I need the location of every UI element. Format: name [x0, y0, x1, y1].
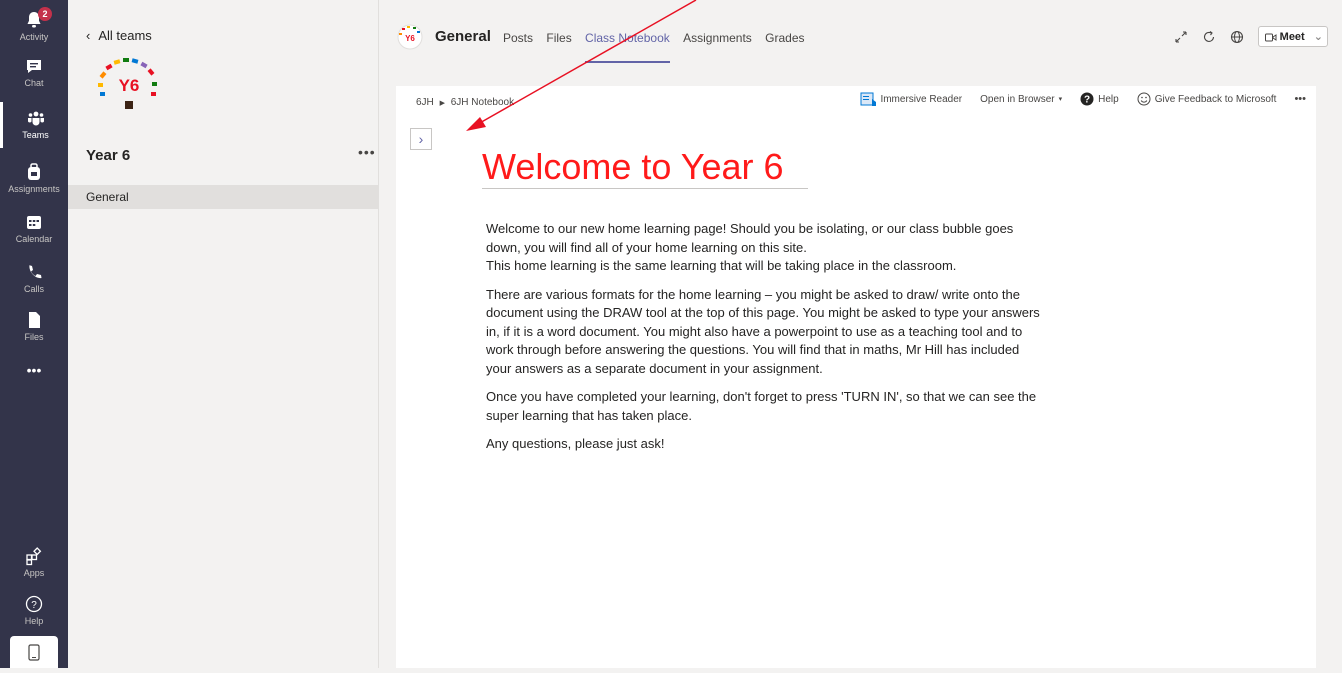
- rail-files[interactable]: Files: [0, 304, 68, 350]
- paragraph-line: This home learning is the same learning …: [486, 258, 957, 273]
- phone-icon: [29, 265, 42, 279]
- apps-icon: [26, 547, 42, 566]
- channel-tabs: Posts Files Class Notebook Assignments G…: [503, 31, 815, 63]
- help-circle-icon: ?: [1080, 92, 1094, 106]
- open-in-browser-label: Open in Browser: [980, 93, 1055, 105]
- rail-assignments[interactable]: Assignments: [0, 156, 68, 202]
- rail-activity[interactable]: 2 Activity: [0, 4, 68, 50]
- all-teams-link[interactable]: ‹ All teams: [86, 28, 152, 43]
- tab-class-notebook[interactable]: Class Notebook: [585, 31, 670, 63]
- video-camera-icon: [1264, 33, 1277, 42]
- activity-badge: 2: [38, 7, 52, 21]
- file-icon: [29, 312, 40, 328]
- svg-text:?: ?: [1084, 95, 1090, 106]
- svg-text:?: ?: [31, 600, 37, 611]
- rail-calendar[interactable]: Calendar: [0, 206, 68, 252]
- rail-calls[interactable]: Calls: [0, 256, 68, 302]
- rail-help-label: Help: [24, 616, 44, 626]
- page-paragraph: Once you have completed your learning, d…: [486, 389, 1037, 423]
- rail-teams-label: Teams: [22, 130, 49, 140]
- breadcrumb-notebook[interactable]: 6JH Notebook: [451, 97, 514, 108]
- team-logo: Y6: [96, 55, 162, 141]
- immersive-reader-button[interactable]: Immersive Reader: [860, 92, 962, 106]
- notebook-toolbar: 6JH ▶ 6JH Notebook Immersive Reader Open…: [396, 86, 1316, 119]
- feedback-label: Give Feedback to Microsoft: [1154, 93, 1277, 105]
- meet-button[interactable]: Meet ⌄: [1257, 26, 1328, 47]
- rail-chat-label: Chat: [24, 78, 44, 88]
- channel-header: Y6 General Posts Files Class Notebook As…: [379, 0, 1342, 76]
- chevron-down-icon[interactable]: ⌄: [1314, 31, 1323, 43]
- notebook-more-options[interactable]: •••: [1294, 93, 1306, 105]
- channel-logo: Y6: [397, 24, 423, 50]
- globe-icon[interactable]: [1230, 30, 1244, 44]
- backpack-icon: [28, 163, 40, 180]
- all-teams-label: All teams: [98, 28, 152, 43]
- channel-logo-text: Y6: [405, 34, 415, 43]
- breadcrumb-section[interactable]: 6JH: [416, 97, 434, 108]
- teams-icon: [27, 111, 44, 126]
- rail-files-label: Files: [24, 332, 44, 342]
- rail-activity-label: Activity: [19, 32, 49, 42]
- calendar-icon: [27, 216, 41, 229]
- breadcrumb: 6JH ▶ 6JH Notebook: [416, 97, 514, 108]
- meet-label: Meet: [1279, 31, 1305, 43]
- refresh-icon[interactable]: [1202, 30, 1216, 44]
- expand-navigation-button[interactable]: ›: [410, 128, 432, 150]
- rail-chat[interactable]: Chat: [0, 50, 68, 96]
- tab-files[interactable]: Files: [546, 31, 571, 63]
- tab-posts[interactable]: Posts: [503, 31, 533, 63]
- team-name: Year 6: [86, 147, 131, 164]
- smiley-icon: [1137, 92, 1151, 106]
- chevron-left-icon: ‹: [86, 28, 91, 43]
- tab-assignments[interactable]: Assignments: [683, 31, 752, 63]
- feedback-button[interactable]: Give Feedback to Microsoft: [1137, 92, 1277, 106]
- app-rail: 2 Activity Chat Teams Assignments Calend…: [0, 0, 68, 668]
- team-logo-text: Y6: [119, 76, 140, 95]
- breadcrumb-separator-icon: ▶: [439, 100, 445, 107]
- rail-teams[interactable]: Teams: [0, 102, 68, 148]
- rail-calendar-label: Calendar: [15, 234, 53, 244]
- rail-more-apps[interactable]: •••: [0, 362, 68, 408]
- immersive-reader-icon: [860, 92, 877, 106]
- team-more-options[interactable]: •••: [358, 144, 376, 160]
- help-label: Help: [1098, 93, 1119, 105]
- chat-icon: [27, 60, 41, 73]
- mobile-app-button[interactable]: [10, 636, 58, 668]
- rail-calls-label: Calls: [23, 284, 44, 294]
- immersive-reader-label: Immersive Reader: [880, 93, 963, 105]
- notebook-page: › Welcome to Year 6 Welcome to our new h…: [396, 118, 1316, 668]
- paragraph-line: Welcome to our new home learning page! S…: [486, 221, 1014, 255]
- rail-assignments-label: Assignments: [8, 184, 60, 194]
- channel-general[interactable]: General: [68, 185, 378, 209]
- expand-icon[interactable]: [1174, 30, 1188, 44]
- page-title: Welcome to Year 6: [482, 146, 808, 189]
- header-actions: Meet ⌄: [1174, 26, 1328, 47]
- channel-title: General: [435, 28, 491, 45]
- mobile-phone-icon: [28, 644, 40, 661]
- help-button[interactable]: ? Help: [1080, 92, 1119, 106]
- tab-grades[interactable]: Grades: [765, 31, 804, 63]
- rail-apps-label: Apps: [23, 568, 45, 578]
- rail-help[interactable]: ? Help: [0, 588, 68, 634]
- rail-apps[interactable]: Apps: [0, 540, 68, 586]
- open-in-browser-button[interactable]: Open in Browser ▾: [980, 94, 1062, 105]
- page-paragraph: Any questions, please just ask!: [486, 436, 665, 451]
- caret-down-icon: ▾: [1058, 96, 1063, 103]
- team-pane: ‹ All teams Y6 Year 6 ••• General: [68, 0, 379, 668]
- notebook-actions: Immersive Reader Open in Browser ▾ ? Hel…: [860, 92, 1306, 106]
- page-content: Welcome to our new home learning page! S…: [486, 220, 1046, 464]
- help-icon: ?: [25, 595, 43, 613]
- rail-more-label: •••: [26, 362, 42, 378]
- page-paragraph: Welcome to our new home learning page! S…: [486, 220, 1046, 276]
- page-paragraph: There are various formats for the home l…: [486, 286, 1040, 376]
